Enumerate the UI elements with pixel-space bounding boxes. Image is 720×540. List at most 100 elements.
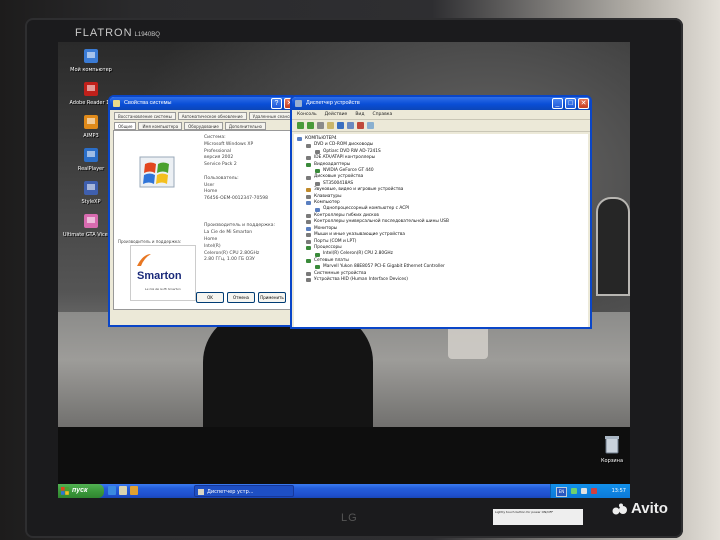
system-info-line: 2.80 ГГц, 1.00 ГБ ОЗУ — [204, 257, 255, 263]
device-icon — [306, 162, 311, 167]
gta-icon — [81, 211, 101, 231]
system-info-line: Microsoft Windows XP — [204, 141, 254, 147]
properties-icon[interactable] — [327, 122, 334, 129]
back-icon[interactable] — [297, 122, 304, 129]
tab-tabs_bottom-3[interactable]: Дополнительно — [224, 122, 267, 130]
help-button[interactable]: ? — [271, 98, 282, 109]
device-icon — [306, 246, 311, 251]
window-icon — [113, 100, 120, 107]
device-icon — [315, 150, 320, 155]
tab-tabs_bottom-1[interactable]: Имя компьютера — [138, 122, 183, 130]
screen-letterbox — [58, 427, 630, 484]
device-manager-icon — [295, 100, 302, 107]
tabs-top-row: Восстановление системы Автоматическое обн… — [110, 112, 296, 120]
apply-button[interactable]: Применить — [258, 292, 286, 303]
system-info-line — [204, 203, 290, 210]
desktop-icon-recycle-bin[interactable]: Корзина — [594, 434, 630, 464]
power-sticker: Lightly touch button for power ON/OFF — [493, 509, 583, 525]
device-manager-icon — [198, 489, 204, 495]
language-indicator[interactable]: EN — [556, 487, 567, 497]
recycle-bin-icon — [605, 436, 619, 454]
system-properties-window[interactable]: Свойства системы ? ✕ Восстановление сист… — [108, 95, 298, 327]
system-info-text: Система: Microsoft Windows XP Professional… — [204, 135, 290, 264]
device-tree: КОМПЬЮТЕР4 DVD и CD-ROM дисководы Optiarc … — [294, 134, 588, 327]
device-icon — [306, 143, 311, 148]
system-info-line: Пользователь: — [204, 175, 239, 181]
device-icon — [306, 239, 311, 244]
quick-launch — [108, 486, 138, 495]
wallpaper-window — [596, 197, 630, 296]
tab-tabs_bottom-0[interactable]: Общие — [114, 122, 137, 130]
monitor-brand: FLATRON L1940BQ — [75, 27, 160, 39]
device-icon — [315, 207, 320, 212]
aimp-icon — [81, 112, 101, 132]
system-info-line — [204, 210, 290, 217]
taskbar-item-device-manager[interactable]: Диспетчер устр... — [194, 485, 294, 497]
system-info-line: La Cie de Mi Smarton — [204, 230, 253, 236]
windows-flag-icon — [61, 487, 69, 495]
menu-item[interactable]: Справка — [372, 110, 392, 119]
device-icon — [306, 258, 311, 263]
tabs-bottom-row: Общие Имя компьютера Оборудование Дополните… — [110, 122, 296, 130]
device-icon — [306, 278, 311, 283]
ie-icon[interactable] — [108, 486, 116, 495]
menu-item[interactable]: Консоль — [297, 110, 317, 119]
system-info-line: 76456-OEM-0012347-70598 — [204, 196, 268, 202]
windows-xp-logo-icon — [139, 156, 175, 188]
tree-category[interactable]: Устройства HID (Human Interface Devices) — [297, 277, 585, 283]
device-icon — [315, 169, 320, 174]
system-info-line — [204, 169, 290, 176]
manufacturer-label: Производитель и поддержка: — [118, 239, 182, 244]
start-button[interactable]: пуск — [58, 484, 104, 498]
taskbar: пуск Диспетчер устр... EN 13:57 — [58, 484, 630, 498]
uninstall-icon[interactable] — [357, 122, 364, 129]
avito-watermark: Avito — [612, 500, 668, 517]
tab-tabs_top-1[interactable]: Автоматическое обновление — [177, 112, 247, 120]
stylexp-icon — [81, 178, 101, 198]
desktop-icon-computer[interactable]: Мой компьютер — [62, 46, 120, 73]
maximize-button[interactable]: □ — [565, 98, 576, 109]
menu-item[interactable]: Действие — [325, 110, 348, 119]
update-driver-icon[interactable] — [367, 122, 374, 129]
cancel-button[interactable]: Отмена — [227, 292, 255, 303]
system-properties-body: Система: Microsoft Windows XP Professional… — [113, 130, 293, 310]
device-icon — [315, 252, 320, 257]
show-desktop-icon[interactable] — [119, 486, 127, 495]
network-icon[interactable] — [571, 488, 577, 494]
up-icon[interactable] — [317, 122, 324, 129]
device-icon — [306, 214, 311, 219]
menu-item[interactable]: Вид — [355, 110, 364, 119]
menu-bar: Консоль Действие Вид Справка — [292, 110, 590, 120]
tab-tabs_top-0[interactable]: Восстановление системы — [114, 112, 176, 120]
manufacturer-logo: Smarton La Cie de la Mi Smarton — [130, 245, 196, 301]
avito-logo-icon — [612, 503, 627, 515]
clock[interactable]: 13:57 — [612, 488, 626, 494]
device-icon — [306, 233, 311, 238]
close-button[interactable]: ✕ — [578, 98, 589, 109]
volume-icon[interactable] — [581, 488, 587, 494]
device-icon — [306, 156, 311, 161]
system-properties-titlebar[interactable]: Свойства системы ? ✕ — [110, 97, 296, 110]
smarton-swoosh-icon — [137, 254, 151, 266]
device-icon — [315, 182, 320, 187]
device-icon — [297, 137, 302, 142]
device-manager-titlebar[interactable]: Диспетчер устройств _ □ ✕ — [292, 97, 590, 110]
minimize-button[interactable]: _ — [552, 98, 563, 109]
device-icon — [306, 175, 311, 180]
media-icon[interactable] — [130, 486, 138, 495]
realplayer-icon — [81, 145, 101, 165]
tab-tabs_bottom-2[interactable]: Оборудование — [184, 122, 223, 130]
help-icon[interactable] — [337, 122, 344, 129]
device-icon — [306, 201, 311, 206]
system-info-line: Система: — [204, 135, 226, 140]
device-manager-window[interactable]: Диспетчер устройств _ □ ✕ Консоль Действи… — [290, 95, 592, 329]
security-icon[interactable] — [591, 488, 597, 494]
adobe-reader-icon — [81, 79, 101, 99]
screen: Мой компьютер Adobe Reader 10 AIMP3 RealPla… — [58, 42, 630, 498]
scan-hardware-icon[interactable] — [347, 122, 354, 129]
forward-icon[interactable] — [307, 122, 314, 129]
computer-icon — [81, 46, 101, 66]
device-icon — [306, 194, 311, 199]
toolbar — [292, 120, 590, 132]
ok-button[interactable]: OK — [196, 292, 224, 303]
